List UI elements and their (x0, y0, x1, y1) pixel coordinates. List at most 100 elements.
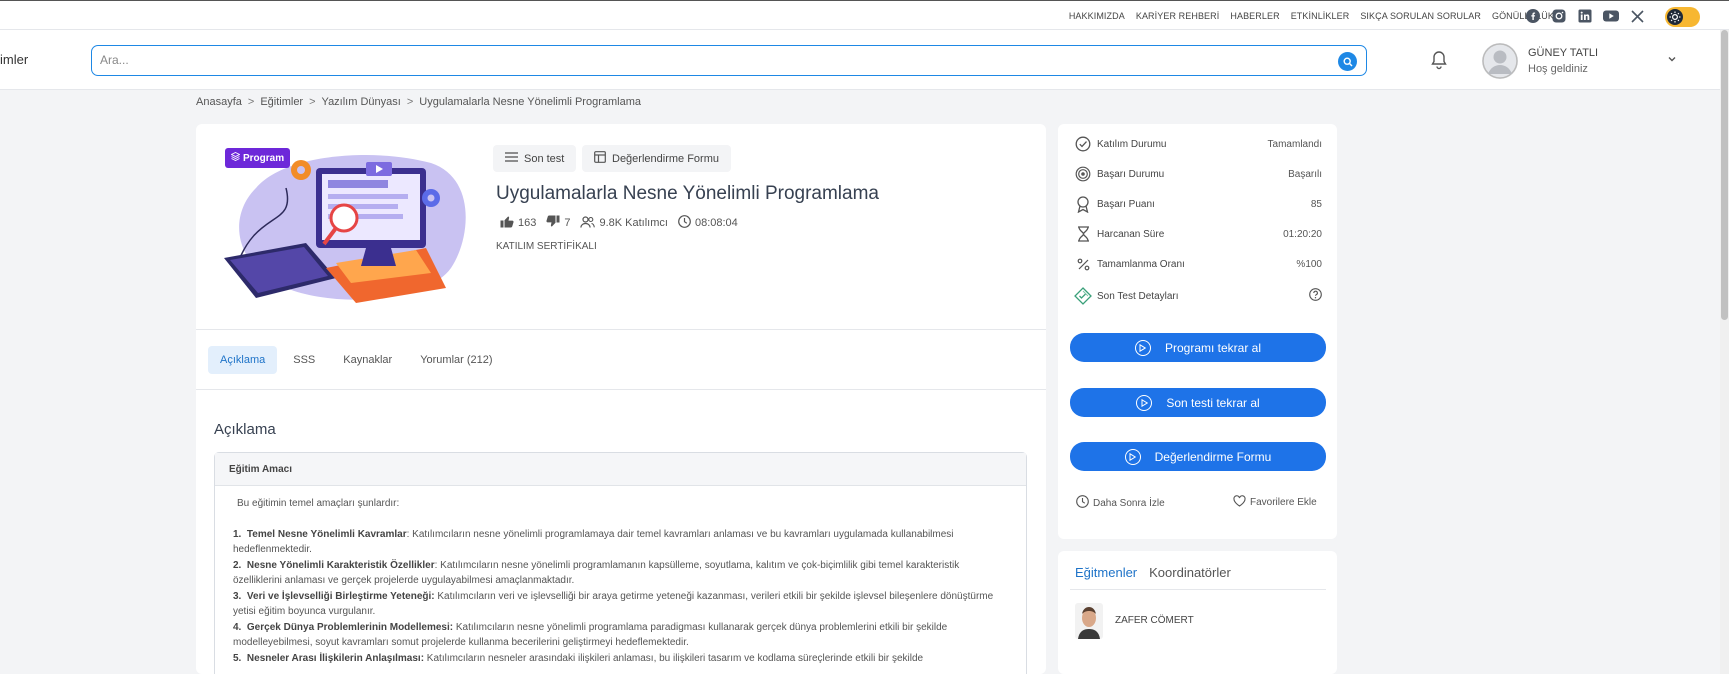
list-item: 1. Temel Nesne Yönelimli Kavramlar: Katı… (233, 528, 954, 556)
search-icon[interactable] (1338, 52, 1357, 71)
divider (1070, 589, 1326, 590)
duration-value: 08:08:04 (694, 217, 738, 229)
play-circle-icon (1136, 394, 1153, 411)
x-icon[interactable] (1629, 8, 1645, 24)
status-row-test-details[interactable]: Son Test Detayları (1074, 286, 1322, 306)
search-input[interactable] (100, 53, 1300, 67)
dislikes-count: 7 (564, 217, 571, 229)
instructor-tabs: Eğitmenler Koordinatörler (1075, 565, 1231, 580)
tab-faq[interactable]: SSS (281, 346, 327, 374)
top-links: HAKKIMIZDA KARİYER REHBERİ HABERLER ETKİ… (1069, 11, 1554, 21)
course-title: Uygulamalarla Nesne Yönelimli Programlam… (496, 183, 879, 204)
top-link-career[interactable]: KARİYER REHBERİ (1136, 11, 1220, 21)
list-item: 5. Nesneler Arası İlişkilerin Anlaşılmas… (233, 652, 924, 664)
duration: 08:08:04 (678, 215, 738, 231)
instructor-name[interactable]: ZAFER CÖMERT (1115, 615, 1194, 626)
list-item: 3. Veri ve İşlevselliği Birleştirme Yete… (233, 590, 994, 618)
heart-icon (1233, 495, 1246, 510)
thumbs-down-icon (546, 215, 560, 231)
main-header: imler GÜNEY TATLI Hoş geldiniz (0, 30, 1729, 90)
target-icon (1074, 165, 1092, 183)
scrollbar-thumb[interactable] (1721, 30, 1728, 320)
divider (196, 329, 1046, 330)
top-link-about[interactable]: HAKKIMIZDA (1069, 11, 1125, 21)
course-stats: 163 7 9.8K Katılımcı 08:08:04 (500, 215, 738, 231)
program-badge-label: Program (243, 152, 285, 164)
tab-comments[interactable]: Yorumlar (212) (408, 346, 504, 374)
breadcrumb-category[interactable]: Yazılım Dünyası (322, 96, 401, 108)
retake-program-button[interactable]: Programı tekrar al (1070, 333, 1326, 362)
status-row-participation: Katılım Durumu Tamamlandı (1074, 134, 1322, 154)
check-circle-icon (1074, 135, 1092, 153)
breadcrumb-trainings[interactable]: Eğitimler (260, 96, 303, 108)
hourglass-icon (1074, 225, 1092, 243)
breadcrumb: Anasayfa > Eğitimler > Yazılım Dünyası >… (196, 96, 641, 108)
clock-icon (1076, 495, 1089, 511)
goal-intro: Bu eğitimin temel amaçları şunlardır: (237, 498, 400, 509)
layers-icon (230, 151, 241, 164)
participants: 9.8K Katılımcı (580, 215, 668, 231)
tab-coordinators[interactable]: Koordinatörler (1149, 565, 1231, 580)
nav-menu-partial[interactable]: imler (0, 52, 28, 67)
bell-icon[interactable] (1429, 49, 1449, 71)
retake-final-test-button[interactable]: Son testi tekrar al (1070, 388, 1326, 417)
breadcrumb-current: Uygulamalarla Nesne Yönelimli Programlam… (419, 96, 641, 108)
list-item: 2. Nesne Yönelimli Karakteristik Özellik… (233, 559, 960, 587)
tab-description[interactable]: Açıklama (208, 346, 278, 374)
evaluation-form-button[interactable]: Değerlendirme Formu (582, 145, 731, 172)
course-card: Program Son test Değerlendirme Formu Uyg… (196, 124, 1046, 674)
test-details-icon (1074, 287, 1092, 305)
training-goal-box: Eğitim Amacı Bu eğitimin temel amaçları … (214, 452, 1027, 674)
section-title: Açıklama (214, 421, 276, 438)
dislikes[interactable]: 7 (546, 215, 570, 231)
watch-later-link[interactable]: Daha Sonra İzle (1076, 495, 1165, 511)
program-badge: Program (225, 148, 291, 168)
user-greeting: Hoş geldiniz (1528, 63, 1588, 75)
instructor-photo[interactable] (1075, 603, 1103, 639)
sun-icon (1667, 9, 1683, 25)
instagram-icon[interactable] (1551, 8, 1567, 24)
theme-toggle[interactable] (1665, 7, 1700, 27)
help-circle-icon[interactable] (1309, 288, 1322, 304)
search-bar (91, 45, 1367, 76)
instructors-card: Eğitmenler Koordinatörler ZAFER CÖMERT (1058, 551, 1337, 674)
top-link-news[interactable]: HABERLER (1230, 11, 1279, 21)
final-test-label: Son test (524, 152, 565, 165)
tab-resources[interactable]: Kaynaklar (331, 346, 404, 374)
play-circle-icon (1134, 339, 1151, 356)
evaluation-form-cta-button[interactable]: Değerlendirme Formu (1070, 442, 1326, 471)
top-link-events[interactable]: ETKİNLİKLER (1291, 11, 1350, 21)
final-test-button[interactable]: Son test (493, 145, 577, 172)
add-favorite-link[interactable]: Favorilere Ekle (1233, 495, 1317, 510)
youtube-icon[interactable] (1603, 8, 1619, 24)
status-card: Katılım Durumu Tamamlandı Başarı Durumu … (1058, 124, 1337, 539)
goal-box-body: Bu eğitimin temel amaçları şunlardır: 1.… (215, 486, 1026, 666)
breadcrumb-separator: > (309, 96, 316, 108)
likes-count: 163 (518, 217, 537, 229)
user-name: GÜNEY TATLI (1528, 47, 1599, 59)
evaluation-form-label: Değerlendirme Formu (612, 152, 719, 165)
page-scrollbar[interactable] (1720, 30, 1729, 674)
top-utility-bar: HAKKIMIZDA KARİYER REHBERİ HABERLER ETKİ… (0, 0, 1729, 30)
menu-lines-icon (505, 152, 518, 165)
tab-instructors[interactable]: Eğitmenler (1075, 565, 1137, 580)
list-item: 4. Gerçek Dünya Problemlerinin Modelleme… (233, 621, 948, 649)
participants-count: 9.8K Katılımcı (599, 217, 668, 229)
breadcrumb-separator: > (406, 96, 414, 108)
status-row-score: Başarı Puanı 85 (1074, 194, 1322, 214)
chevron-down-icon[interactable] (1666, 53, 1678, 65)
percent-icon (1074, 255, 1092, 273)
avatar[interactable] (1482, 43, 1518, 79)
top-link-faq[interactable]: SIKÇA SORULAN SORULAR (1360, 11, 1481, 21)
users-icon (580, 215, 596, 231)
social-links (1525, 8, 1645, 24)
breadcrumb-home[interactable]: Anasayfa (196, 96, 242, 108)
likes[interactable]: 163 (500, 215, 536, 231)
facebook-icon[interactable] (1525, 8, 1541, 24)
status-row-success: Başarı Durumu Başarılı (1074, 164, 1322, 184)
status-row-time-spent: Harcanan Süre 01:20:20 (1074, 224, 1322, 244)
clock-icon (678, 215, 691, 231)
form-icon (594, 151, 606, 166)
thumbs-up-icon (500, 215, 514, 231)
linkedin-icon[interactable] (1577, 8, 1593, 24)
